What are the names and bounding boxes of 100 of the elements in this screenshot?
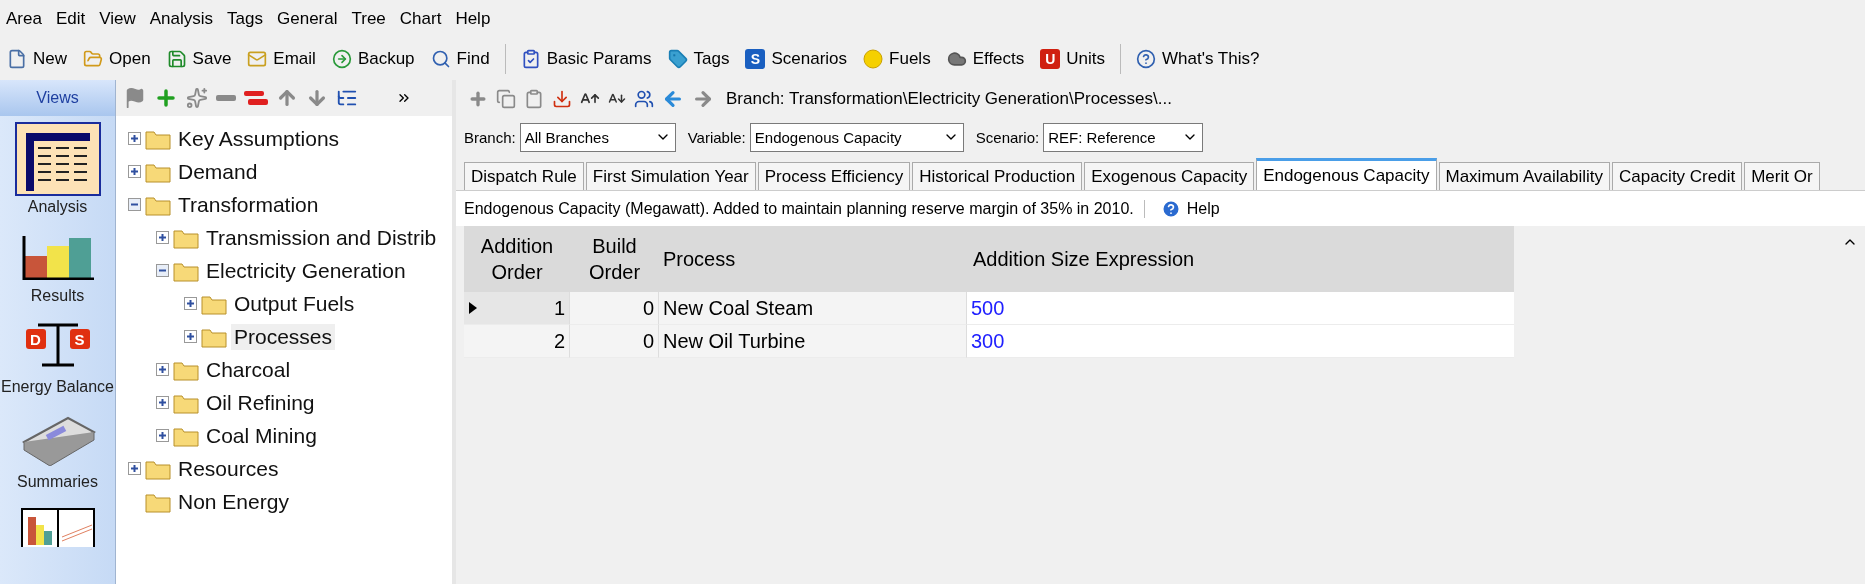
tree-node[interactable]: Non Energy bbox=[175, 488, 292, 515]
tree-node[interactable]: Key Assumptions bbox=[175, 125, 343, 152]
toolbar-button[interactable]: Open bbox=[76, 47, 158, 71]
menu-item[interactable]: Tags bbox=[223, 9, 273, 29]
add-icon bbox=[154, 86, 178, 110]
table-cell: 300 bbox=[967, 325, 1514, 358]
dropdown[interactable]: All Branches bbox=[519, 122, 676, 152]
tree-node[interactable]: Electricity Generation bbox=[203, 257, 409, 284]
email-icon bbox=[247, 49, 268, 69]
views-header: Views bbox=[0, 80, 115, 116]
menu-item[interactable]: Area bbox=[2, 9, 52, 29]
new-file-icon bbox=[7, 49, 27, 69]
toolbar-button[interactable]: Tags bbox=[660, 47, 737, 71]
table-cell: 500 bbox=[967, 292, 1514, 325]
help-icon bbox=[1136, 49, 1157, 69]
view-label: Results bbox=[30, 286, 85, 306]
copy-icon bbox=[496, 89, 516, 109]
expand-icon[interactable] bbox=[156, 231, 169, 244]
column-header: Process bbox=[659, 226, 967, 292]
toolbar-button[interactable]: Email bbox=[240, 47, 323, 71]
view-button[interactable] bbox=[14, 122, 101, 196]
tree-node[interactable]: Demand bbox=[175, 158, 261, 185]
help-icon bbox=[1160, 198, 1181, 219]
column-header: Addition Size Expression bbox=[967, 226, 1514, 292]
view-label: Energy Balance bbox=[1, 377, 114, 397]
cloud-icon bbox=[946, 49, 967, 69]
menu-item[interactable]: View bbox=[95, 9, 146, 29]
tab[interactable]: Process Efficiency bbox=[757, 162, 911, 190]
tree-node[interactable]: Charcoal bbox=[203, 356, 294, 383]
sparkle-icon bbox=[186, 87, 208, 109]
toolbar-button[interactable]: New bbox=[0, 47, 74, 71]
view-label: Summaries bbox=[17, 472, 98, 492]
collapse-icon[interactable] bbox=[128, 198, 141, 211]
menu-item[interactable]: Edit bbox=[51, 9, 96, 29]
expand-icon[interactable] bbox=[128, 165, 141, 178]
filter-label: Variable: bbox=[687, 128, 746, 146]
tab[interactable]: Historical Production bbox=[912, 162, 1083, 190]
expand-icon[interactable] bbox=[184, 297, 197, 310]
expand-icon[interactable] bbox=[156, 396, 169, 409]
tree-node[interactable]: Coal Mining bbox=[203, 422, 320, 449]
flag-icon bbox=[124, 87, 146, 109]
toolbar-button[interactable]: Fuels bbox=[856, 47, 938, 71]
menu-item[interactable]: Chart bbox=[395, 9, 452, 29]
menu-item[interactable]: General bbox=[273, 9, 348, 29]
filter-label: Scenario: bbox=[975, 128, 1040, 146]
tab[interactable]: Endogenous Capacity bbox=[1256, 158, 1437, 190]
menu-item[interactable]: Help bbox=[451, 9, 501, 29]
ball-icon bbox=[863, 49, 884, 69]
expand-icon[interactable] bbox=[156, 363, 169, 376]
add-icon bbox=[468, 89, 488, 109]
table-cell: 2 bbox=[464, 325, 570, 358]
toolbar-button[interactable]: Basic Params bbox=[513, 47, 659, 71]
tree-node[interactable]: Resources bbox=[175, 455, 282, 482]
tree-node[interactable]: Transformation bbox=[175, 191, 322, 218]
save-icon bbox=[166, 49, 187, 69]
expand-icon[interactable] bbox=[128, 132, 141, 145]
help-button[interactable]: Help bbox=[1154, 197, 1226, 220]
column-header: Addition Order bbox=[464, 226, 570, 292]
row-pointer-icon bbox=[468, 301, 478, 315]
tab[interactable]: Exogenous Capacity bbox=[1084, 162, 1255, 190]
search-icon bbox=[430, 49, 451, 69]
letter-icon: U bbox=[1040, 49, 1061, 69]
dropdown[interactable]: REF: Reference bbox=[1043, 122, 1204, 152]
expand-icon[interactable] bbox=[156, 429, 169, 442]
menu-item[interactable]: Tree bbox=[347, 9, 396, 29]
tree-node[interactable]: Processes bbox=[231, 323, 336, 350]
tab[interactable]: Capacity Credit bbox=[1611, 162, 1743, 190]
tree-node[interactable]: Output Fuels bbox=[231, 290, 358, 317]
expand-icon[interactable] bbox=[128, 462, 141, 475]
expand-icon[interactable] bbox=[184, 330, 197, 343]
import-icon bbox=[552, 89, 572, 109]
users-icon bbox=[634, 89, 654, 109]
filter-label: Branch: bbox=[464, 128, 516, 146]
dropdown[interactable]: Endogenous Capacity bbox=[749, 122, 964, 152]
forward-icon bbox=[692, 88, 714, 110]
minus-icon bbox=[216, 95, 236, 101]
letter-icon: S bbox=[745, 49, 766, 69]
toolbar-button[interactable]: Find bbox=[423, 47, 497, 71]
toolbar-button[interactable]: Backup bbox=[324, 47, 422, 71]
backup-icon bbox=[331, 49, 352, 69]
tree-node[interactable]: Transmission and Distrib bbox=[203, 224, 440, 251]
toolbar-button[interactable]: U Units bbox=[1033, 47, 1113, 71]
table-cell: New Oil Turbine bbox=[659, 325, 967, 358]
tab[interactable]: Maximum Availability bbox=[1438, 162, 1610, 190]
tab[interactable]: Merit Or bbox=[1744, 162, 1820, 190]
toolbar-button[interactable]: What's This? bbox=[1129, 47, 1267, 71]
tab[interactable]: Dispatch Rule bbox=[464, 162, 584, 190]
remove-icon bbox=[244, 91, 268, 105]
toolbar-button[interactable]: S Scenarios bbox=[738, 47, 855, 71]
collapse-icon[interactable] bbox=[156, 264, 169, 277]
branch-path: Branch: Transformation\Electricity Generation\Processes\... bbox=[726, 89, 1172, 109]
tree-node[interactable]: Oil Refining bbox=[203, 389, 318, 416]
tab[interactable]: First Simulation Year bbox=[585, 162, 756, 190]
menu-item[interactable]: Analysis bbox=[145, 9, 224, 29]
back-icon bbox=[662, 88, 684, 110]
paste-icon bbox=[524, 89, 544, 109]
toolbar-button[interactable]: Save bbox=[159, 47, 239, 71]
column-header: Build Order bbox=[570, 226, 659, 292]
toolbar-button[interactable]: Effects bbox=[939, 47, 1032, 71]
tag-icon bbox=[667, 49, 688, 69]
